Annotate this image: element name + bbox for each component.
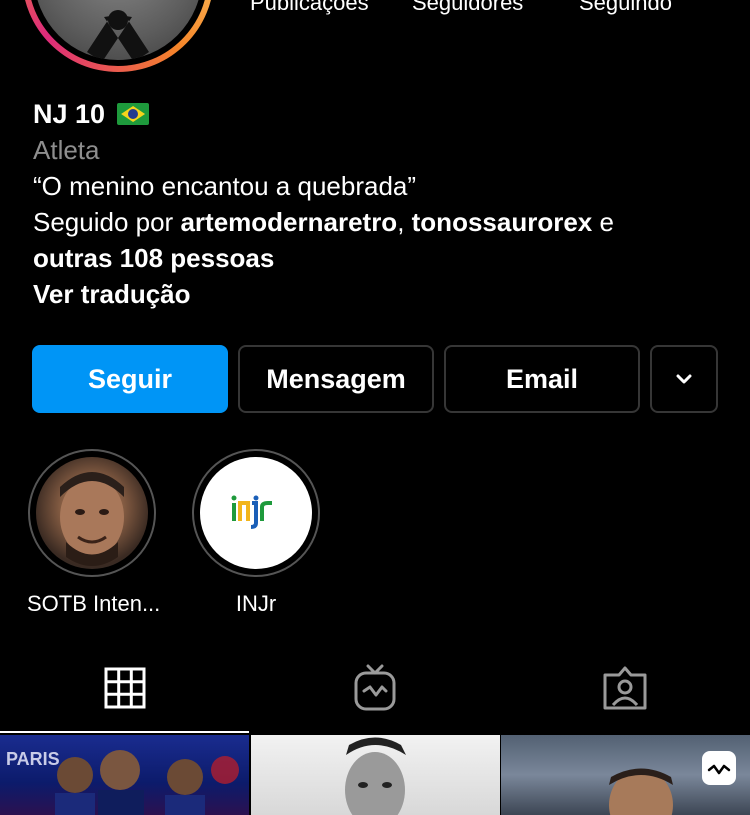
posts-stat-label[interactable]: Publicações (250, 0, 369, 16)
followed-by-prefix: Seguido por (33, 207, 181, 237)
avatar[interactable] (34, 0, 202, 60)
story-highlight[interactable]: SOTB Inten... (27, 449, 161, 617)
suggested-accounts-button[interactable] (650, 345, 718, 413)
followers-stat-label[interactable]: Seguidores (412, 0, 523, 16)
highlight-ring (28, 449, 156, 577)
tab-posts-grid[interactable] (0, 640, 250, 735)
see-translation-link[interactable]: Ver tradução (33, 276, 733, 312)
highlight-ring (192, 449, 320, 577)
followed-by-user-link[interactable]: tonossaurorex (412, 207, 593, 237)
post-thumbnail[interactable] (251, 735, 500, 815)
followed-by-separator: , (397, 207, 412, 237)
svg-text:PARIS: PARIS (6, 749, 60, 769)
mourning-ribbon-icon (87, 10, 149, 60)
profile-avatar-ring[interactable] (22, 0, 214, 72)
highlight-cover-image (200, 457, 312, 569)
portrait-bw-image (345, 737, 406, 815)
brazil-flag-icon (117, 103, 150, 125)
grid-icon (104, 667, 146, 708)
followed-by-user-link[interactable]: artemodernaretro (180, 207, 397, 237)
profile-category: Atleta (33, 135, 100, 165)
tab-tagged[interactable] (500, 640, 750, 735)
face-photo-icon (60, 472, 124, 566)
profile-bio: NJ 10 Atleta “O menino encantou a quebra… (33, 96, 733, 312)
followed-by-and: e (592, 207, 614, 237)
active-tab-indicator (0, 731, 249, 733)
avatar-frame (28, 0, 208, 66)
psg-players-image: PARIS (6, 749, 239, 815)
posts-grid: PARIS (0, 735, 750, 815)
email-button[interactable]: Email (444, 345, 640, 413)
igtv-icon (354, 664, 396, 710)
following-stat-label[interactable]: Seguindo (579, 0, 672, 16)
highlight-cover-image (36, 457, 148, 569)
injr-logo-icon (231, 495, 272, 529)
post-thumbnail[interactable]: PARIS (0, 735, 249, 815)
profile-name-row: NJ 10 (33, 96, 733, 132)
profile-bio-text: “O menino encantou a quebrada” (33, 171, 417, 201)
followed-by-line[interactable]: Seguido por artemodernaretro, tonossauro… (33, 204, 733, 240)
profile-tabs (0, 640, 750, 735)
tagged-icon (603, 666, 647, 709)
highlight-label: SOTB Inten... (27, 591, 161, 616)
profile-stats: Publicações Seguidores Seguindo (250, 0, 710, 20)
tab-igtv[interactable] (250, 640, 500, 735)
highlight-label: INJr (235, 591, 277, 616)
follow-button[interactable]: Seguir (32, 345, 228, 413)
chevron-down-icon (676, 374, 692, 384)
followed-by-others-link[interactable]: outras 108 pessoas (33, 240, 733, 276)
profile-name: NJ 10 (33, 99, 106, 129)
post-thumbnail[interactable] (501, 735, 750, 815)
igtv-badge-icon (702, 751, 736, 785)
story-highlight[interactable]: INJr (191, 449, 321, 617)
message-button[interactable]: Mensagem (238, 345, 434, 413)
